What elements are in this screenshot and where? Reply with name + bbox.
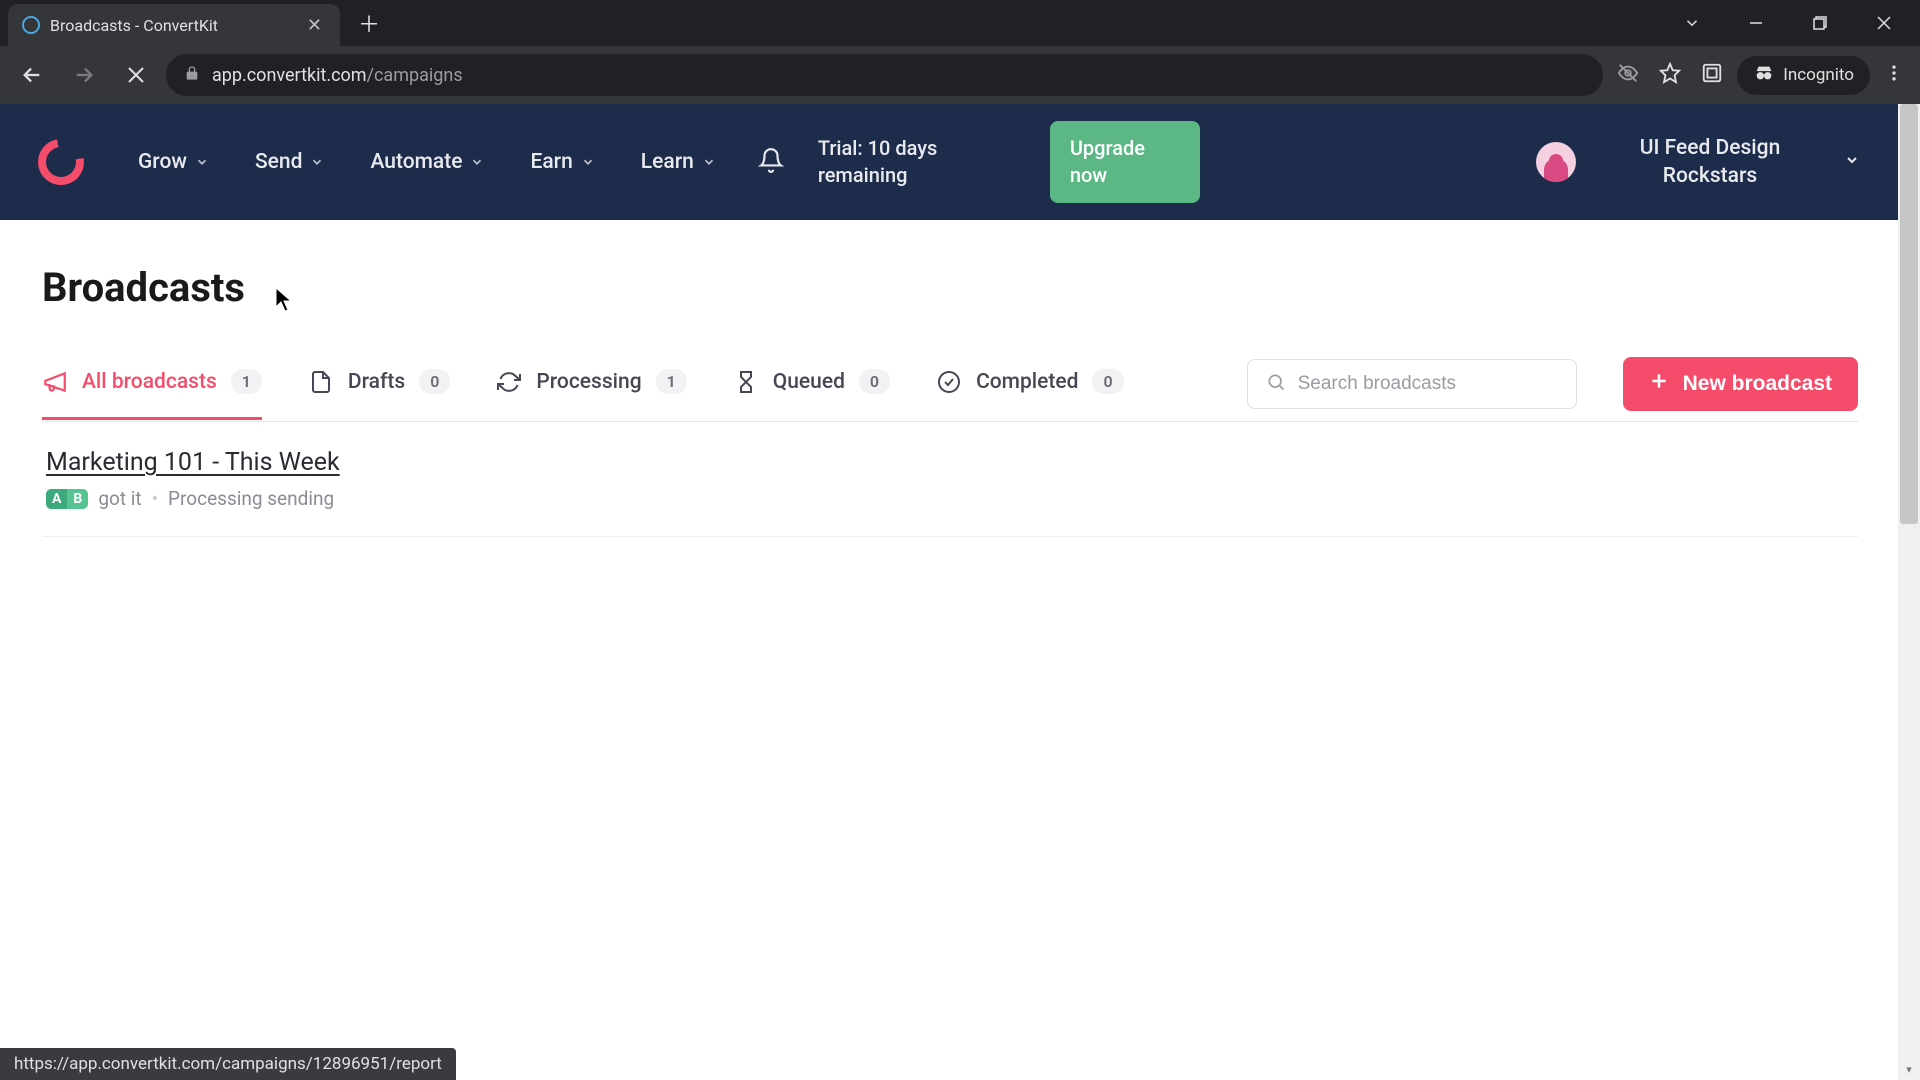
bell-icon	[758, 147, 784, 173]
nav-send[interactable]: Send	[237, 140, 343, 184]
button-label: New broadcast	[1683, 372, 1832, 396]
tab-drafts[interactable]: Drafts 0	[308, 359, 450, 420]
app-header: Grow Send Automate Earn Learn Trial: 10 …	[0, 104, 1898, 220]
nav-label: Automate	[370, 150, 462, 174]
vertical-scrollbar[interactable]: ▾	[1898, 104, 1920, 1080]
chevron-down-icon	[195, 155, 209, 169]
tab-label: Processing	[536, 370, 641, 394]
broadcast-row[interactable]: Marketing 101 - This Week A B got it • P…	[42, 422, 1858, 537]
lock-icon	[184, 65, 200, 86]
chevron-down-icon	[470, 155, 484, 169]
upgrade-button[interactable]: Upgrade now	[1050, 121, 1200, 203]
search-input[interactable]	[1298, 373, 1558, 395]
chevron-down-icon	[702, 155, 716, 169]
count-badge: 1	[656, 369, 687, 394]
count-badge: 0	[419, 369, 450, 394]
window-controls	[1664, 3, 1920, 43]
nav-grow[interactable]: Grow	[120, 140, 227, 184]
new-broadcast-button[interactable]: New broadcast	[1623, 357, 1858, 411]
nav-learn[interactable]: Learn	[623, 140, 734, 184]
filter-toolbar: All broadcasts 1 Drafts 0 Processing 1 Q…	[42, 357, 1858, 422]
megaphone-icon	[42, 369, 68, 395]
url-domain: app.convertkit.com	[212, 65, 367, 86]
chevron-down-icon[interactable]	[1844, 152, 1860, 172]
tab-search-button[interactable]	[1664, 3, 1720, 43]
ab-a: A	[46, 489, 67, 509]
app-viewport: Grow Send Automate Earn Learn Trial: 10 …	[0, 104, 1920, 1080]
nav-label: Earn	[530, 150, 572, 174]
nav-label: Learn	[641, 150, 694, 174]
browser-toolbar: app.convertkit.com/campaigns Incognito	[0, 46, 1920, 104]
plus-icon	[1649, 371, 1669, 397]
reading-list-icon[interactable]	[1695, 56, 1729, 94]
minimize-button[interactable]	[1728, 3, 1784, 43]
trial-status: Trial: 10 days remaining	[818, 135, 1018, 189]
close-icon[interactable]: ✕	[303, 15, 326, 36]
incognito-label: Incognito	[1783, 65, 1854, 85]
browser-menu-icon[interactable]	[1878, 57, 1910, 93]
chevron-down-icon	[581, 155, 595, 169]
tab-label: Drafts	[348, 370, 405, 394]
new-tab-button[interactable]: ＋	[358, 7, 380, 39]
count-badge: 1	[231, 369, 262, 394]
stop-reload-button[interactable]	[114, 53, 158, 97]
notifications-button[interactable]	[744, 147, 798, 177]
chevron-down-icon	[310, 155, 324, 169]
org-switcher[interactable]: UI Feed Design Rockstars	[1610, 134, 1810, 191]
file-icon	[308, 369, 334, 395]
tab-all-broadcasts[interactable]: All broadcasts 1	[42, 359, 262, 420]
tab-label: Queued	[773, 370, 845, 394]
nav-earn[interactable]: Earn	[512, 140, 612, 184]
broadcast-status: Processing sending	[168, 487, 334, 510]
page-title: Broadcasts	[42, 264, 1858, 311]
tab-completed[interactable]: Completed 0	[936, 359, 1124, 420]
broadcast-preview: got it	[98, 487, 141, 510]
count-badge: 0	[859, 369, 890, 394]
search-icon	[1266, 372, 1286, 396]
scrollbar-thumb[interactable]	[1900, 104, 1918, 524]
nav-label: Send	[255, 150, 303, 174]
page-content: Broadcasts All broadcasts 1 Drafts 0 Pro…	[0, 220, 1898, 537]
eye-off-icon[interactable]	[1611, 56, 1645, 94]
scroll-down-arrow[interactable]: ▾	[1898, 1058, 1920, 1080]
tab-processing[interactable]: Processing 1	[496, 359, 686, 420]
back-button[interactable]	[10, 53, 54, 97]
status-bar-url: https://app.convertkit.com/campaigns/128…	[0, 1048, 456, 1080]
forward-button[interactable]	[62, 53, 106, 97]
convertkit-logo-icon[interactable]	[38, 139, 84, 185]
address-bar[interactable]: app.convertkit.com/campaigns	[166, 54, 1603, 96]
broadcast-meta: A B got it • Processing sending	[46, 487, 1858, 510]
refresh-icon	[496, 369, 522, 395]
browser-tab-strip: Broadcasts - ConvertKit ✕ ＋	[0, 0, 1920, 46]
hourglass-icon	[733, 369, 759, 395]
nav-label: Grow	[138, 150, 187, 174]
ab-test-badge: A B	[46, 489, 88, 509]
broadcast-title-link[interactable]: Marketing 101 - This Week	[46, 448, 340, 477]
close-window-button[interactable]	[1856, 3, 1912, 43]
incognito-badge[interactable]: Incognito	[1737, 56, 1870, 95]
nav-automate[interactable]: Automate	[352, 140, 502, 184]
incognito-icon	[1753, 62, 1775, 89]
maximize-button[interactable]	[1792, 3, 1848, 43]
avatar[interactable]	[1536, 142, 1576, 182]
url-path: /campaigns	[367, 65, 463, 86]
tab-label: All broadcasts	[82, 370, 217, 394]
browser-tab[interactable]: Broadcasts - ConvertKit ✕	[8, 4, 340, 46]
tab-title: Broadcasts - ConvertKit	[50, 16, 303, 35]
bookmark-star-icon[interactable]	[1653, 56, 1687, 94]
tab-queued[interactable]: Queued 0	[733, 359, 890, 420]
tab-label: Completed	[976, 370, 1078, 394]
ab-b: B	[67, 489, 88, 509]
separator-dot: •	[152, 487, 158, 510]
count-badge: 0	[1092, 369, 1123, 394]
check-circle-icon	[936, 369, 962, 395]
favicon-icon	[22, 16, 40, 34]
search-input-wrapper[interactable]	[1247, 359, 1577, 409]
